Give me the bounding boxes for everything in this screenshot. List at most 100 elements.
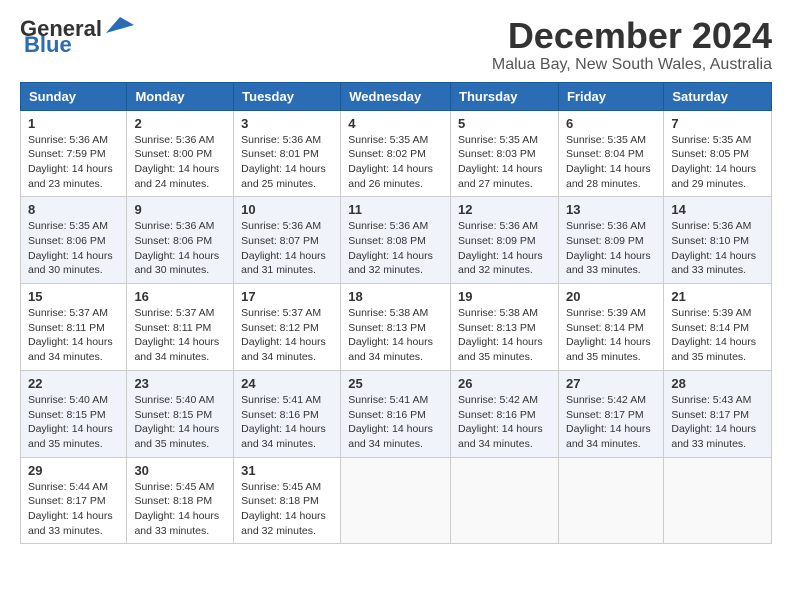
cell-text: Sunrise: 5:41 AMSunset: 8:16 PMDaylight:… <box>348 394 433 450</box>
title-area: December 2024 Malua Bay, New South Wales… <box>492 16 772 74</box>
calendar-table: SundayMondayTuesdayWednesdayThursdayFrid… <box>20 82 772 545</box>
calendar-cell: 2 Sunrise: 5:36 AMSunset: 8:00 PMDayligh… <box>127 110 234 197</box>
calendar-cell: 28 Sunrise: 5:43 AMSunset: 8:17 PMDaylig… <box>664 370 772 457</box>
cell-text: Sunrise: 5:35 AMSunset: 8:04 PMDaylight:… <box>566 134 651 190</box>
header-thursday: Thursday <box>451 82 559 110</box>
day-number: 18 <box>348 289 443 304</box>
cell-text: Sunrise: 5:45 AMSunset: 8:18 PMDaylight:… <box>241 481 326 537</box>
logo: General Blue <box>20 16 136 58</box>
calendar-cell <box>341 457 451 544</box>
calendar-cell <box>664 457 772 544</box>
header-monday: Monday <box>127 82 234 110</box>
day-number: 8 <box>28 202 119 217</box>
calendar-cell: 19 Sunrise: 5:38 AMSunset: 8:13 PMDaylig… <box>451 284 559 371</box>
calendar-week-row: 8 Sunrise: 5:35 AMSunset: 8:06 PMDayligh… <box>21 197 772 284</box>
cell-text: Sunrise: 5:40 AMSunset: 8:15 PMDaylight:… <box>134 394 219 450</box>
calendar-cell: 16 Sunrise: 5:37 AMSunset: 8:11 PMDaylig… <box>127 284 234 371</box>
day-number: 25 <box>348 376 443 391</box>
header-sunday: Sunday <box>21 82 127 110</box>
calendar-header-row: SundayMondayTuesdayWednesdayThursdayFrid… <box>21 82 772 110</box>
calendar-cell: 6 Sunrise: 5:35 AMSunset: 8:04 PMDayligh… <box>558 110 663 197</box>
day-number: 6 <box>566 116 656 131</box>
day-number: 28 <box>671 376 764 391</box>
header-tuesday: Tuesday <box>234 82 341 110</box>
day-number: 27 <box>566 376 656 391</box>
cell-text: Sunrise: 5:35 AMSunset: 8:05 PMDaylight:… <box>671 134 756 190</box>
calendar-cell: 12 Sunrise: 5:36 AMSunset: 8:09 PMDaylig… <box>451 197 559 284</box>
logo-icon <box>104 15 136 37</box>
day-number: 7 <box>671 116 764 131</box>
cell-text: Sunrise: 5:40 AMSunset: 8:15 PMDaylight:… <box>28 394 113 450</box>
day-number: 5 <box>458 116 551 131</box>
cell-text: Sunrise: 5:45 AMSunset: 8:18 PMDaylight:… <box>134 481 219 537</box>
calendar-cell: 10 Sunrise: 5:36 AMSunset: 8:07 PMDaylig… <box>234 197 341 284</box>
cell-text: Sunrise: 5:42 AMSunset: 8:17 PMDaylight:… <box>566 394 651 450</box>
calendar-cell: 20 Sunrise: 5:39 AMSunset: 8:14 PMDaylig… <box>558 284 663 371</box>
calendar-cell: 5 Sunrise: 5:35 AMSunset: 8:03 PMDayligh… <box>451 110 559 197</box>
day-number: 15 <box>28 289 119 304</box>
day-number: 29 <box>28 463 119 478</box>
cell-text: Sunrise: 5:38 AMSunset: 8:13 PMDaylight:… <box>348 307 433 363</box>
page-header: General Blue December 2024 Malua Bay, Ne… <box>20 16 772 74</box>
calendar-cell: 31 Sunrise: 5:45 AMSunset: 8:18 PMDaylig… <box>234 457 341 544</box>
cell-text: Sunrise: 5:39 AMSunset: 8:14 PMDaylight:… <box>671 307 756 363</box>
day-number: 2 <box>134 116 226 131</box>
day-number: 3 <box>241 116 333 131</box>
day-number: 16 <box>134 289 226 304</box>
cell-text: Sunrise: 5:36 AMSunset: 8:10 PMDaylight:… <box>671 220 756 276</box>
day-number: 31 <box>241 463 333 478</box>
cell-text: Sunrise: 5:44 AMSunset: 8:17 PMDaylight:… <box>28 481 113 537</box>
day-number: 17 <box>241 289 333 304</box>
cell-text: Sunrise: 5:36 AMSunset: 8:06 PMDaylight:… <box>134 220 219 276</box>
day-number: 10 <box>241 202 333 217</box>
calendar-cell: 8 Sunrise: 5:35 AMSunset: 8:06 PMDayligh… <box>21 197 127 284</box>
calendar-cell: 21 Sunrise: 5:39 AMSunset: 8:14 PMDaylig… <box>664 284 772 371</box>
header-friday: Friday <box>558 82 663 110</box>
day-number: 26 <box>458 376 551 391</box>
month-title: December 2024 <box>492 16 772 56</box>
calendar-cell: 22 Sunrise: 5:40 AMSunset: 8:15 PMDaylig… <box>21 370 127 457</box>
cell-text: Sunrise: 5:36 AMSunset: 7:59 PMDaylight:… <box>28 134 113 190</box>
cell-text: Sunrise: 5:37 AMSunset: 8:11 PMDaylight:… <box>28 307 113 363</box>
calendar-cell: 30 Sunrise: 5:45 AMSunset: 8:18 PMDaylig… <box>127 457 234 544</box>
calendar-cell: 9 Sunrise: 5:36 AMSunset: 8:06 PMDayligh… <box>127 197 234 284</box>
day-number: 9 <box>134 202 226 217</box>
cell-text: Sunrise: 5:42 AMSunset: 8:16 PMDaylight:… <box>458 394 543 450</box>
calendar-cell: 25 Sunrise: 5:41 AMSunset: 8:16 PMDaylig… <box>341 370 451 457</box>
day-number: 23 <box>134 376 226 391</box>
calendar-cell: 4 Sunrise: 5:35 AMSunset: 8:02 PMDayligh… <box>341 110 451 197</box>
header-wednesday: Wednesday <box>341 82 451 110</box>
day-number: 22 <box>28 376 119 391</box>
day-number: 13 <box>566 202 656 217</box>
cell-text: Sunrise: 5:38 AMSunset: 8:13 PMDaylight:… <box>458 307 543 363</box>
day-number: 14 <box>671 202 764 217</box>
calendar-cell: 24 Sunrise: 5:41 AMSunset: 8:16 PMDaylig… <box>234 370 341 457</box>
day-number: 19 <box>458 289 551 304</box>
cell-text: Sunrise: 5:35 AMSunset: 8:02 PMDaylight:… <box>348 134 433 190</box>
calendar-cell: 23 Sunrise: 5:40 AMSunset: 8:15 PMDaylig… <box>127 370 234 457</box>
cell-text: Sunrise: 5:41 AMSunset: 8:16 PMDaylight:… <box>241 394 326 450</box>
day-number: 24 <box>241 376 333 391</box>
calendar-cell: 3 Sunrise: 5:36 AMSunset: 8:01 PMDayligh… <box>234 110 341 197</box>
day-number: 30 <box>134 463 226 478</box>
calendar-cell: 14 Sunrise: 5:36 AMSunset: 8:10 PMDaylig… <box>664 197 772 284</box>
calendar-cell <box>451 457 559 544</box>
cell-text: Sunrise: 5:35 AMSunset: 8:03 PMDaylight:… <box>458 134 543 190</box>
cell-text: Sunrise: 5:36 AMSunset: 8:00 PMDaylight:… <box>134 134 219 190</box>
header-saturday: Saturday <box>664 82 772 110</box>
logo-blue: Blue <box>24 32 72 58</box>
cell-text: Sunrise: 5:36 AMSunset: 8:01 PMDaylight:… <box>241 134 326 190</box>
day-number: 21 <box>671 289 764 304</box>
cell-text: Sunrise: 5:37 AMSunset: 8:11 PMDaylight:… <box>134 307 219 363</box>
calendar-week-row: 29 Sunrise: 5:44 AMSunset: 8:17 PMDaylig… <box>21 457 772 544</box>
cell-text: Sunrise: 5:36 AMSunset: 8:09 PMDaylight:… <box>458 220 543 276</box>
day-number: 12 <box>458 202 551 217</box>
calendar-week-row: 22 Sunrise: 5:40 AMSunset: 8:15 PMDaylig… <box>21 370 772 457</box>
day-number: 4 <box>348 116 443 131</box>
calendar-week-row: 1 Sunrise: 5:36 AMSunset: 7:59 PMDayligh… <box>21 110 772 197</box>
day-number: 1 <box>28 116 119 131</box>
cell-text: Sunrise: 5:35 AMSunset: 8:06 PMDaylight:… <box>28 220 113 276</box>
cell-text: Sunrise: 5:39 AMSunset: 8:14 PMDaylight:… <box>566 307 651 363</box>
calendar-cell <box>558 457 663 544</box>
cell-text: Sunrise: 5:37 AMSunset: 8:12 PMDaylight:… <box>241 307 326 363</box>
